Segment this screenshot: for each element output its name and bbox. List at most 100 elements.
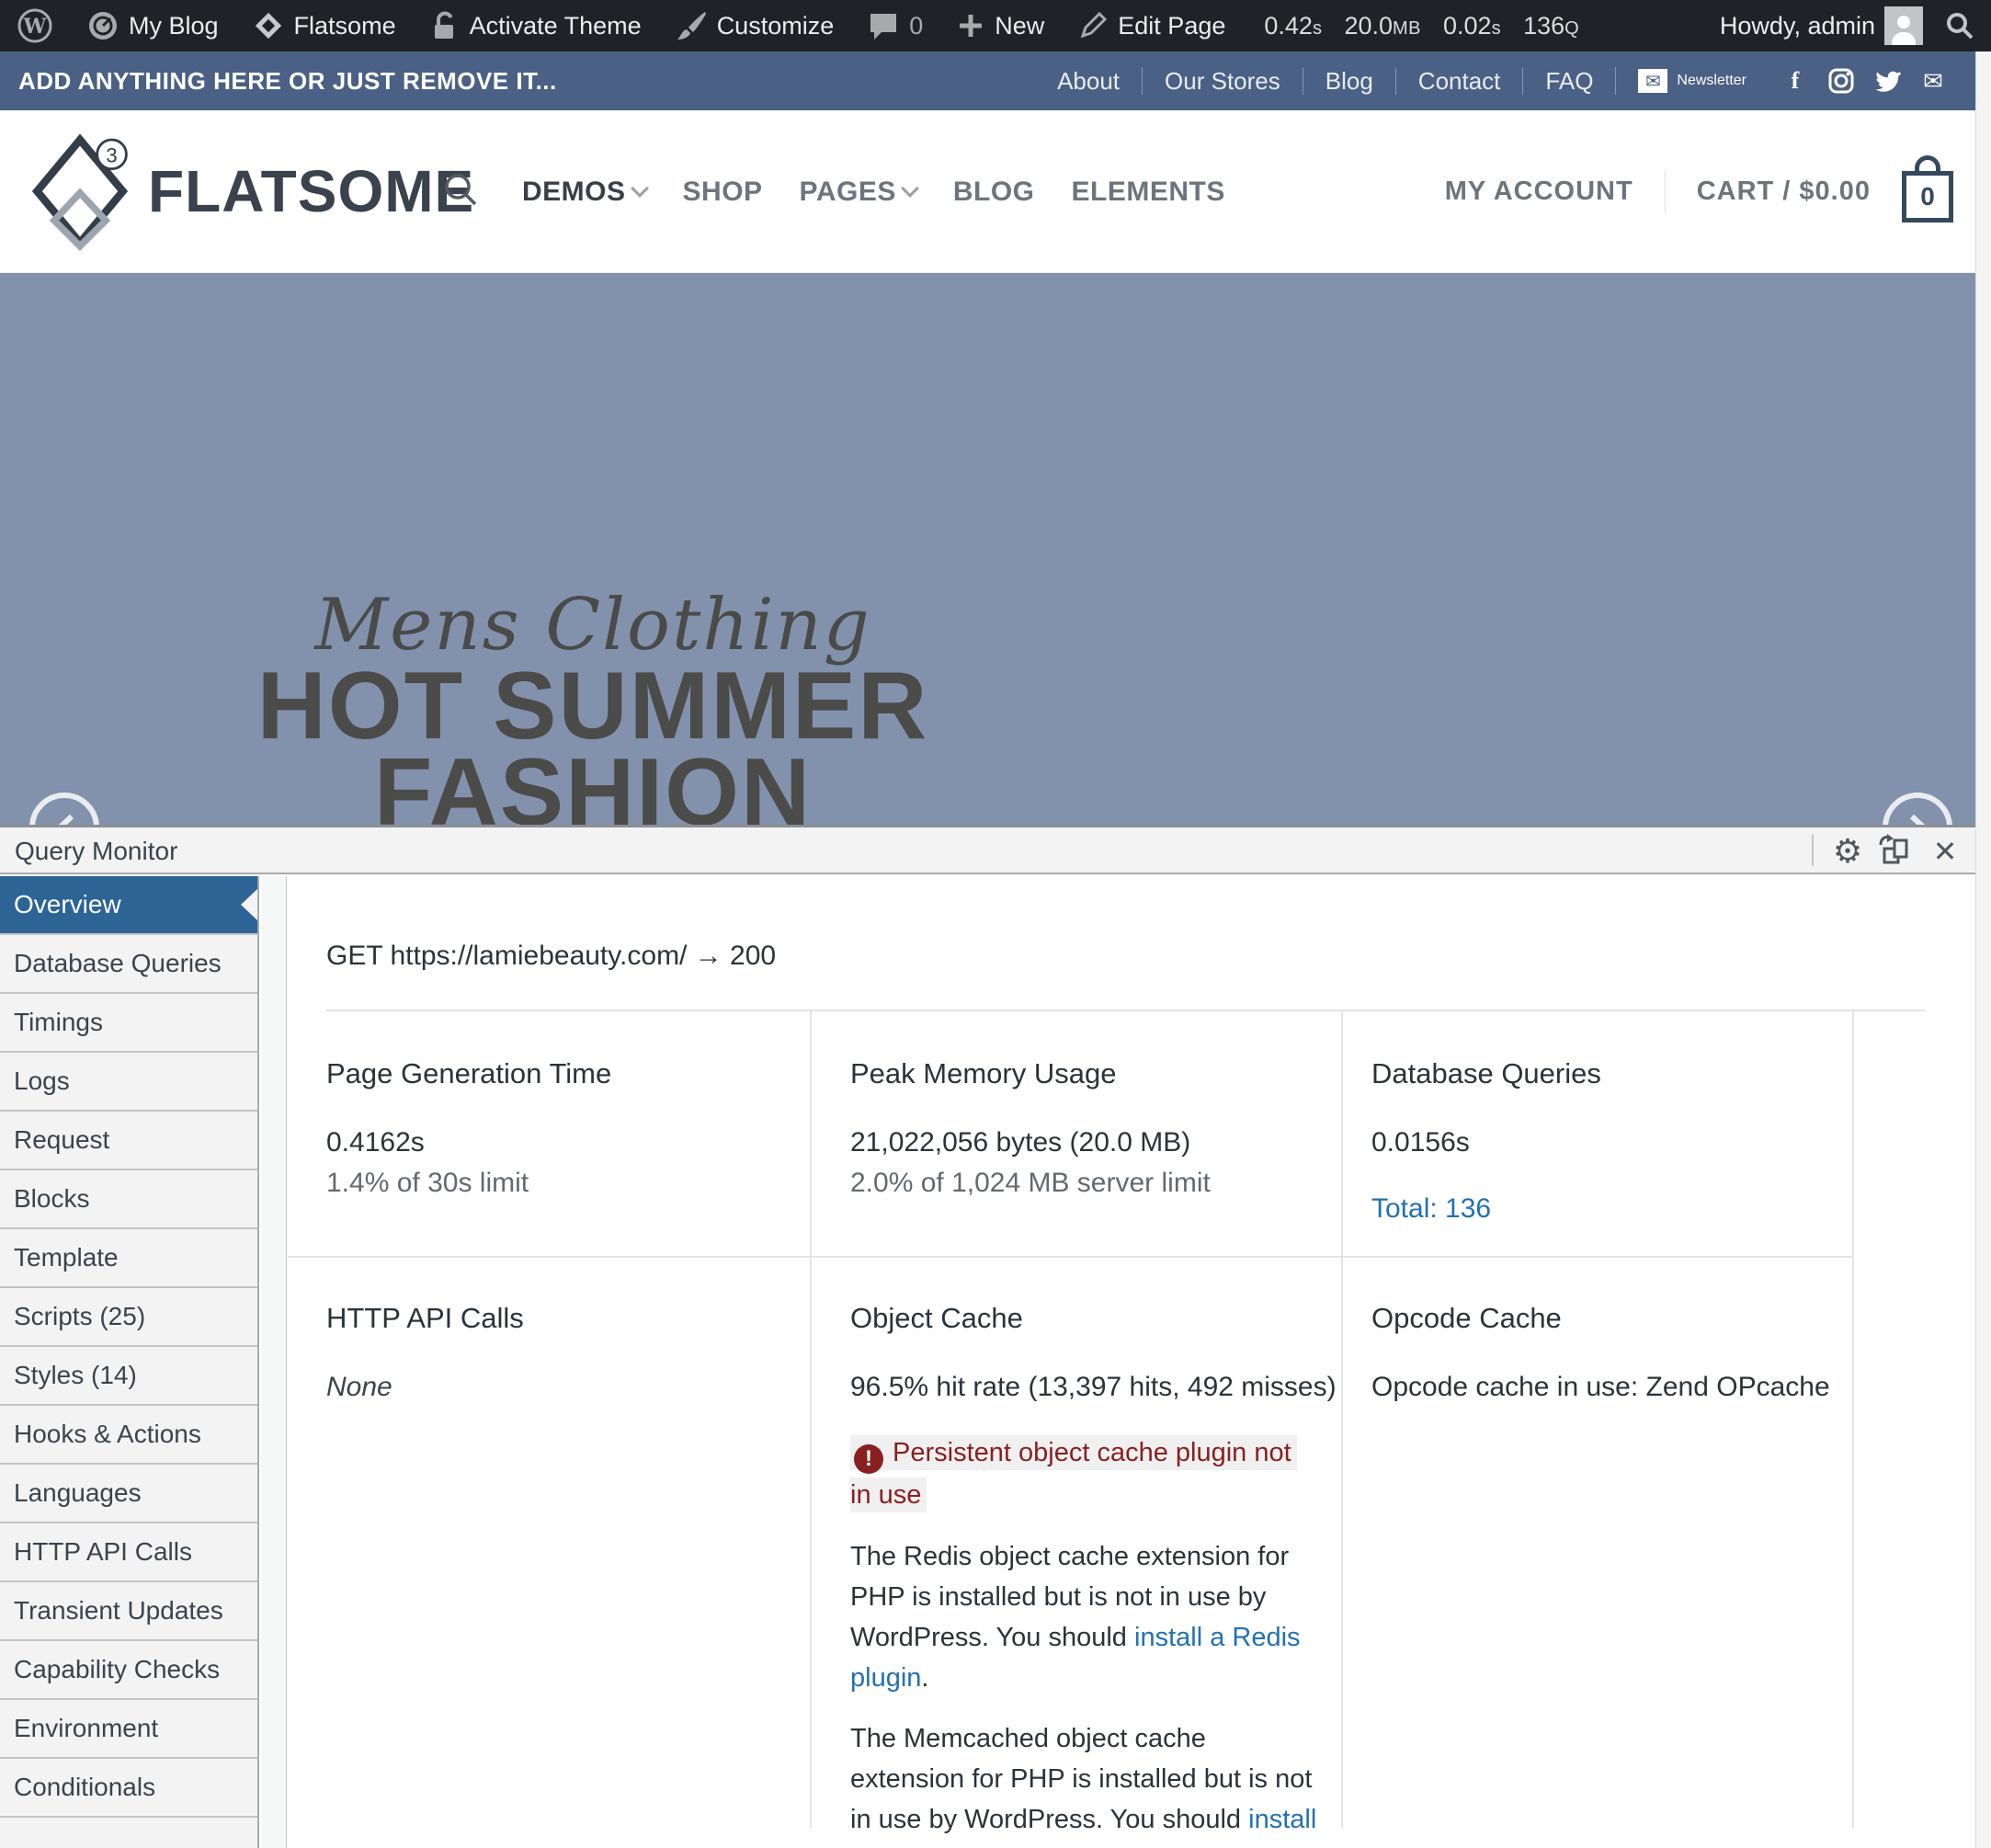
qm-popout-button[interactable] [1873, 827, 1917, 874]
topbar-link-faq[interactable]: FAQ [1523, 67, 1615, 96]
memcached-paragraph: The Memcached object cache extension for… [850, 1718, 1319, 1848]
adminbar-site-label: My Blog [129, 12, 219, 40]
nav-shop[interactable]: SHOP [683, 177, 763, 208]
qm-menu-languages[interactable]: Languages [0, 1465, 257, 1523]
qm-menu-transient-updates[interactable]: Transient Updates [0, 1582, 257, 1641]
db-time-value: 0.0156s [1371, 1123, 1854, 1163]
qm-menu-database-queries[interactable]: Database Queries [0, 935, 257, 994]
qm-menu-overview[interactable]: Overview [0, 876, 257, 935]
db-total-link[interactable]: Total: 136 [1371, 1193, 1491, 1224]
qm-menu-capability-checks[interactable]: Capability Checks [0, 1641, 257, 1700]
paintbrush-icon [675, 9, 708, 42]
qm-titlebar[interactable]: Query Monitor ⚙ ✕ [0, 827, 1991, 874]
adminbar-edit-page[interactable]: Edit Page [1077, 10, 1225, 41]
nav-pages[interactable]: PAGES [800, 177, 916, 208]
qm-section-peak-memory: Peak Memory Usage 21,022,056 bytes (20.0… [850, 1057, 1333, 1203]
grid-divider [1341, 1011, 1343, 1828]
stat-page-time: 0.42 [1264, 12, 1313, 40]
qm-menu-template[interactable]: Template [0, 1229, 257, 1288]
qm-menu-hooks-actions[interactable]: Hooks & Actions [0, 1406, 257, 1465]
comments-icon [867, 10, 900, 41]
site-logo[interactable]: 3 FLATSOME [28, 131, 474, 252]
adminbar-new[interactable]: New [956, 11, 1044, 40]
cart-count: 0 [1920, 182, 1935, 211]
adminbar-customize[interactable]: Customize [675, 9, 835, 42]
opcode-cache-value: Opcode cache in use: Zend OPcache [1371, 1367, 1854, 1408]
object-cache-warning: !Persistent object cache plugin not in u… [850, 1432, 1319, 1516]
email-icon[interactable]: ✉ [1919, 67, 1947, 95]
main-nav: DEMOS SHOP PAGES BLOG ELEMENTS [441, 110, 1225, 273]
search-icon [441, 170, 480, 209]
page-scrollbar[interactable] [1975, 51, 1991, 1848]
qm-section-http-api-calls: HTTP API Calls None [326, 1302, 809, 1408]
adminbar-new-label: New [995, 12, 1044, 40]
topbar-link-about[interactable]: About [1035, 67, 1142, 96]
stat-memory: 20.0 [1344, 12, 1393, 40]
adminbar-comments[interactable]: 0 [867, 10, 923, 41]
qm-menu-environment[interactable]: Environment [0, 1700, 257, 1759]
qm-menu-scripts[interactable]: Scripts (25) [0, 1288, 257, 1347]
qm-menu-logs[interactable]: Logs [0, 1053, 257, 1112]
adminbar-customize-label: Customize [717, 12, 835, 40]
divider [326, 1010, 1926, 1011]
svg-text:W: W [23, 15, 47, 39]
newsletter-label: Newsletter [1677, 73, 1746, 89]
adminbar-flatsome[interactable]: Flatsome [252, 9, 396, 42]
section-title: Page Generation Time [326, 1057, 809, 1090]
page-generation-value: 0.4162s [326, 1123, 809, 1163]
twitter-icon[interactable] [1873, 67, 1901, 95]
hero-banner: Mens Clothing HOT SUMMER FASHION [0, 273, 1991, 825]
page-generation-caption: 1.4% of 30s limit [326, 1163, 809, 1203]
adminbar-flatsome-label: Flatsome [294, 12, 396, 40]
qm-menu-request[interactable]: Request [0, 1112, 257, 1170]
grid-divider [810, 1011, 812, 1828]
my-account-link[interactable]: MY ACCOUNT [1445, 177, 1633, 207]
qm-menu-blocks[interactable]: Blocks [0, 1170, 257, 1229]
qm-menu-http-api-calls[interactable]: HTTP API Calls [0, 1523, 257, 1582]
section-title: Peak Memory Usage [850, 1057, 1333, 1090]
site-topbar: ADD ANYTHING HERE OR JUST REMOVE IT... A… [0, 51, 1991, 110]
wordpress-logo-menu[interactable]: W [17, 7, 53, 44]
nav-demos[interactable]: DEMOS [522, 177, 646, 208]
qm-adminbar-stats[interactable]: 0.42s 20.0MB 0.02s 136Q [1264, 12, 1579, 40]
adminbar-edit-page-label: Edit Page [1118, 12, 1225, 40]
slider-next-button[interactable] [1883, 793, 1952, 825]
qm-menu-conditionals[interactable]: Conditionals [0, 1759, 257, 1818]
qm-section-opcode-cache: Opcode Cache Opcode cache in use: Zend O… [1371, 1302, 1854, 1408]
header-search-button[interactable] [441, 170, 480, 213]
cart-bag-icon[interactable]: 0 [1902, 171, 1953, 222]
nav-elements[interactable]: ELEMENTS [1072, 177, 1225, 208]
facebook-icon[interactable]: f [1781, 67, 1809, 95]
adminbar-activate-theme-label: Activate Theme [470, 12, 642, 40]
adminbar-site-name[interactable]: My Blog [86, 9, 219, 42]
instagram-icon[interactable] [1827, 67, 1855, 95]
flatsome-diamond-icon [252, 9, 285, 42]
section-title: HTTP API Calls [326, 1302, 809, 1335]
newsletter-link[interactable]: ✉ Newsletter [1616, 69, 1769, 93]
qm-resize-handle[interactable] [1812, 835, 1814, 866]
wordpress-icon: W [17, 7, 53, 44]
topbar-link-contact[interactable]: Contact [1396, 67, 1523, 96]
nav-blog[interactable]: BLOG [953, 177, 1035, 208]
section-title: Opcode Cache [1371, 1302, 1854, 1335]
howdy-label: Howdy, admin [1720, 12, 1875, 40]
qm-overview-content: GET https://lamiebeauty.com/ → 200 Page … [288, 876, 1975, 1848]
search-icon [1943, 9, 1976, 42]
divider [1665, 171, 1666, 213]
topbar-link-blog[interactable]: Blog [1303, 67, 1395, 96]
qm-menu-scrollbar[interactable] [261, 876, 287, 1848]
qm-section-object-cache: Object Cache 96.5% hit rate (13,397 hits… [850, 1302, 1333, 1848]
qm-menu: Overview Database Queries Timings Logs R… [0, 876, 259, 1848]
qm-settings-button[interactable]: ⚙ [1826, 827, 1870, 874]
qm-close-button[interactable]: ✕ [1923, 827, 1967, 874]
topbar-link-our-stores[interactable]: Our Stores [1143, 67, 1303, 96]
adminbar-comments-count: 0 [909, 12, 923, 40]
qm-menu-styles[interactable]: Styles (14) [0, 1347, 257, 1406]
qm-menu-timings[interactable]: Timings [0, 994, 257, 1053]
adminbar-activate-theme[interactable]: Activate Theme [429, 9, 642, 42]
adminbar-my-account[interactable]: Howdy, admin [1720, 6, 1923, 45]
warning-text: Persistent object cache plugin not in us… [850, 1438, 1291, 1510]
adminbar-search[interactable] [1943, 9, 1976, 42]
qm-section-page-generation: Page Generation Time 0.4162s 1.4% of 30s… [326, 1057, 809, 1203]
cart-link[interactable]: CART / $0.00 [1697, 177, 1871, 207]
